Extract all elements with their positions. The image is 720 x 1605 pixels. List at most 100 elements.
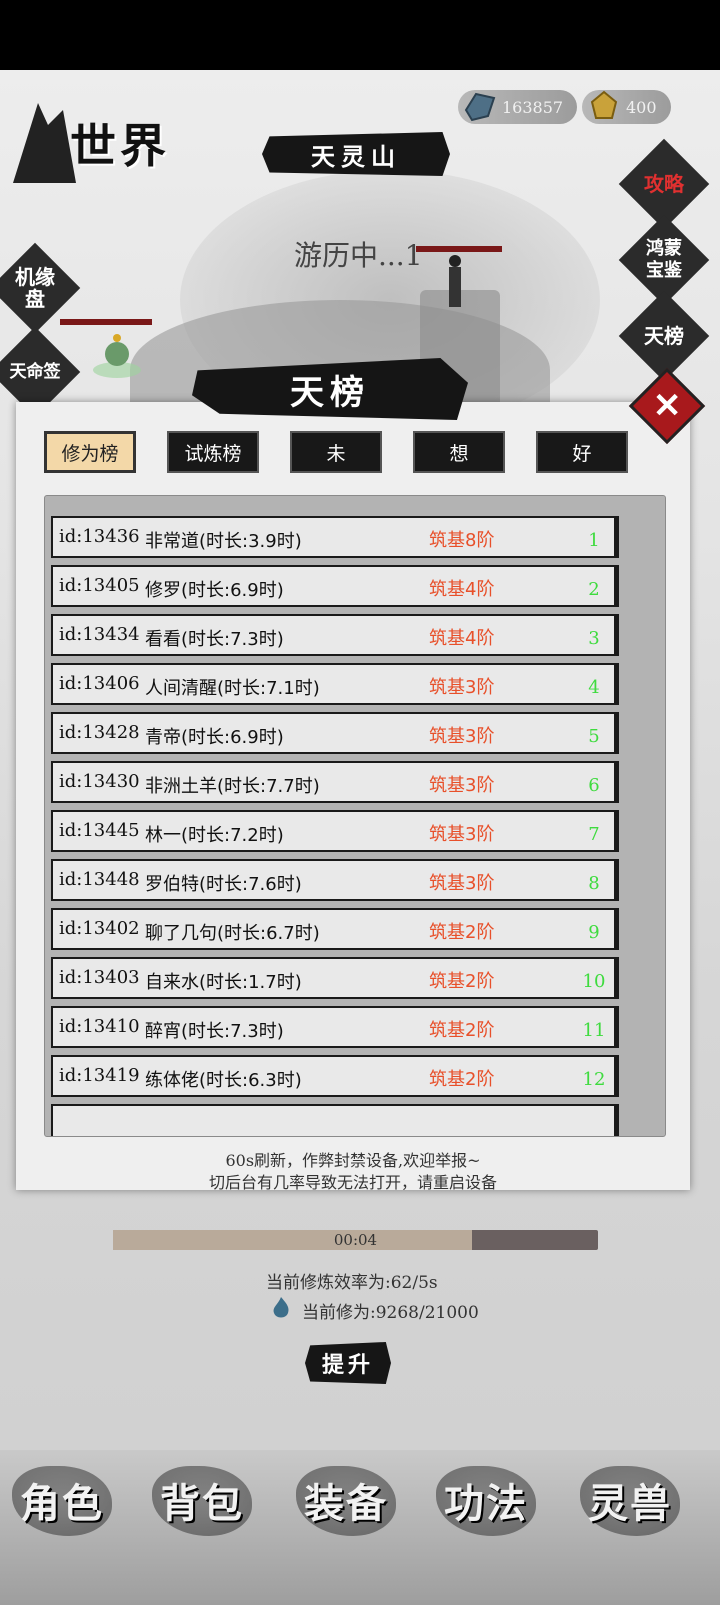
guide-label: 攻略	[644, 172, 684, 196]
rank-number: 8	[588, 873, 600, 894]
nav-equipment[interactable]: 装备	[296, 1460, 396, 1540]
player-name: 醉宵(时长:7.3时)	[145, 1021, 284, 1042]
heaven-ranking-label: 天榜	[644, 324, 684, 348]
hongmeng-book-label: 鸿蒙宝鉴	[646, 238, 682, 281]
nav-equipment-label: 装备	[304, 1480, 388, 1527]
player-name: 聊了几句(时长:6.7时)	[145, 923, 320, 944]
ranking-row: id:13445 林一(时长:7.2时) 筑基3阶 7	[51, 810, 619, 852]
tab-placeholder-1[interactable]: 未	[290, 431, 382, 473]
nav-backpack[interactable]: 背包	[152, 1460, 252, 1540]
tab-placeholder-3[interactable]: 好	[536, 431, 628, 473]
realm-rank: 筑基2阶	[429, 1069, 495, 1090]
travel-status: 游历中...1	[294, 239, 423, 272]
tab-placeholder-2[interactable]: 想	[413, 431, 505, 473]
rank-number: 7	[588, 824, 600, 845]
heaven-ranking-button[interactable]: 天榜	[618, 290, 710, 382]
tab-trial-rank[interactable]: 试炼榜	[167, 431, 259, 473]
nav-skills-label: 功法	[444, 1480, 528, 1527]
player-id: id:13448	[59, 869, 140, 890]
ranking-row: id:13419 练体佬(时长:6.3时) 筑基2阶 12	[51, 1055, 619, 1097]
rank-number: 6	[588, 775, 600, 796]
player-name: 青帝(时长:6.9时)	[145, 727, 284, 748]
ranking-row: id:13402 聊了几句(时长:6.7时) 筑基2阶 9	[51, 908, 619, 950]
gold-counter: 400	[582, 90, 671, 124]
player-name: 练体佬(时长:6.3时)	[145, 1070, 302, 1091]
player-name: 人间清醒(时长:7.1时)	[145, 678, 320, 699]
realm-rank: 筑基2阶	[429, 922, 495, 943]
realm-rank: 筑基3阶	[429, 726, 495, 747]
player-name: 看看(时长:7.3时)	[145, 629, 284, 650]
player-id: id:13410	[59, 1016, 140, 1037]
spirit-stone-counter: 163857	[458, 90, 578, 124]
tab-cultivation-rank[interactable]: 修为榜	[44, 431, 136, 473]
location-banner: 天灵山	[262, 132, 450, 176]
player-id: id:13402	[59, 918, 140, 939]
player-name: 修罗(时长:6.9时)	[145, 580, 284, 601]
gold-ingot-icon	[590, 90, 618, 119]
player-character-icon	[449, 255, 461, 307]
spirit-stone-value: 163857	[502, 97, 564, 117]
nav-character[interactable]: 角色	[12, 1460, 112, 1540]
rank-number: 1	[588, 530, 600, 551]
ranking-list[interactable]: id:13436 非常道(时长:3.9时) 筑基8阶 1 id:13405 修罗…	[44, 495, 666, 1137]
player-name: 非洲土羊(时长:7.7时)	[145, 776, 320, 797]
fate-lot-label: 天命签	[9, 362, 61, 382]
refresh-notice: 60s刷新，作弊封禁设备,欢迎举报~	[225, 1151, 481, 1170]
player-name: 非常道(时长:3.9时)	[145, 531, 302, 552]
ranking-row: id:13403 自来水(时长:1.7时) 筑基2阶 10	[51, 957, 619, 999]
cultivation-timer: 00:04	[333, 1231, 378, 1249]
realm-rank: 筑基4阶	[429, 579, 495, 600]
realm-rank: 筑基2阶	[429, 971, 495, 992]
realm-rank: 筑基4阶	[429, 628, 495, 649]
realm-rank: 筑基3阶	[429, 873, 495, 894]
cultivation-efficiency: 当前修炼效率为:62/5s	[266, 1273, 438, 1293]
player-id: id:13430	[59, 771, 140, 792]
ranking-row: id:13430 非洲土羊(时长:7.7时) 筑基3阶 6	[51, 761, 619, 803]
spirit-flame-icon	[273, 1297, 289, 1318]
close-icon: ✕	[652, 386, 682, 426]
upgrade-button[interactable]: 提升	[305, 1342, 391, 1384]
rank-number: 5	[588, 726, 600, 747]
background-notice: 切后台有几率导致无法打开，请重启设备	[208, 1173, 497, 1192]
ranking-row-partial	[51, 1104, 619, 1136]
player-health-bar	[416, 246, 502, 252]
realm-rank: 筑基8阶	[429, 530, 495, 551]
player-name: 罗伯特(时长:7.6时)	[145, 874, 302, 895]
ranking-row: id:13434 看看(时长:7.3时) 筑基4阶 3	[51, 614, 619, 656]
player-id: id:13406	[59, 673, 140, 694]
world-title: 世界	[70, 119, 170, 173]
player-id: id:13428	[59, 722, 140, 743]
spirit-beast-icon	[93, 334, 141, 378]
player-id: id:13405	[59, 575, 140, 596]
player-id: id:13445	[59, 820, 140, 841]
nav-character-label: 角色	[20, 1480, 104, 1527]
player-name: 自来水(时长:1.7时)	[145, 972, 302, 993]
player-name: 林一(时长:7.2时)	[145, 825, 284, 846]
realm-rank: 筑基2阶	[429, 1020, 495, 1041]
realm-rank: 筑基3阶	[429, 824, 495, 845]
rank-number: 4	[588, 677, 600, 698]
player-id: id:13403	[59, 967, 140, 988]
ranking-row: id:13436 非常道(时长:3.9时) 筑基8阶 1	[51, 516, 619, 558]
player-id: id:13434	[59, 624, 140, 645]
nav-spirit-beast[interactable]: 灵兽	[580, 1460, 680, 1540]
rank-number: 10	[582, 971, 606, 992]
fortune-wheel-label: 机缘盘	[15, 265, 55, 311]
realm-rank: 筑基3阶	[429, 775, 495, 796]
gold-value: 400	[626, 97, 657, 117]
rank-number: 3	[588, 628, 600, 649]
cultivation-progress-bar: 00:04	[113, 1230, 598, 1250]
ranking-row: id:13406 人间清醒(时长:7.1时) 筑基3阶 4	[51, 663, 619, 705]
realm-rank: 筑基3阶	[429, 677, 495, 698]
player-id: id:13419	[59, 1065, 140, 1086]
nav-spirit-beast-label: 灵兽	[588, 1480, 672, 1527]
nav-backpack-label: 背包	[160, 1480, 244, 1527]
current-cultivation: 当前修为:9268/21000	[302, 1303, 479, 1323]
ranking-row: id:13405 修罗(时长:6.9时) 筑基4阶 2	[51, 565, 619, 607]
nav-skills[interactable]: 功法	[436, 1460, 536, 1540]
rank-number: 12	[582, 1069, 606, 1090]
mountain-logo-icon	[13, 103, 76, 183]
rank-number: 11	[582, 1020, 606, 1041]
ranking-row: id:13448 罗伯特(时长:7.6时) 筑基3阶 8	[51, 859, 619, 901]
player-id: id:13436	[59, 526, 140, 547]
